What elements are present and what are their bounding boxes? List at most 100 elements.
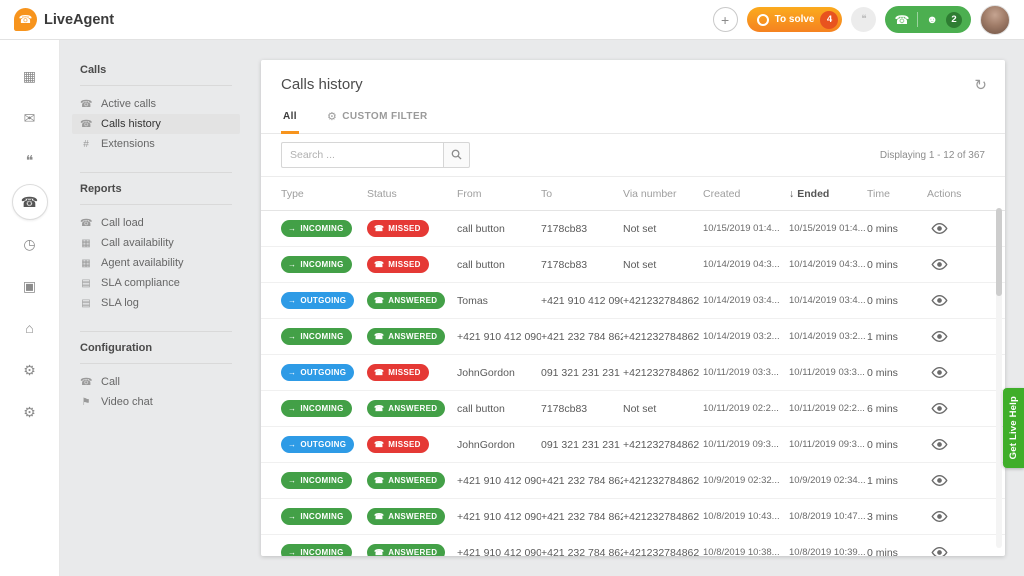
logo[interactable]: ☎ LiveAgent	[14, 8, 114, 31]
sidebar-item-sla-compliance[interactable]: ▤ SLA compliance	[72, 273, 240, 293]
status-badge: ☎ MISSED	[367, 364, 429, 381]
table-row[interactable]: → INCOMING ☎ ANSWERED call button 7178cb83 Not…	[261, 391, 1005, 427]
phone-icon: ☎	[80, 118, 93, 130]
cell-status: ☎ ANSWERED	[367, 508, 457, 525]
view-call-button[interactable]	[927, 329, 952, 344]
chat-icon[interactable]: ❝	[12, 142, 48, 178]
view-call-button[interactable]	[927, 365, 952, 380]
cell-type: → INCOMING	[281, 472, 367, 489]
icon-rail: ▦ ✉ ❝ ☎ ◷ ▣ ⌂ ⚙ ⚙	[0, 40, 60, 576]
column-header-from[interactable]: From	[457, 188, 541, 200]
divider	[917, 12, 919, 27]
type-badge-label: INCOMING	[300, 404, 344, 413]
devices-icon[interactable]: ▣	[12, 268, 48, 304]
column-header-to[interactable]: To	[541, 188, 623, 200]
column-header-status[interactable]: Status	[367, 188, 457, 200]
arrow-right-icon: →	[288, 440, 297, 449]
add-button[interactable]: +	[712, 7, 738, 32]
cell-type: → INCOMING	[281, 544, 367, 556]
column-label: From	[457, 187, 482, 200]
view-call-button[interactable]	[927, 437, 952, 452]
get-live-help-button[interactable]: Get Live Help	[1003, 388, 1024, 468]
search-input[interactable]	[281, 142, 443, 168]
view-call-button[interactable]	[927, 221, 952, 236]
cell-via-number: Not set	[623, 258, 657, 271]
cell-created: 10/14/2019 03:4...	[703, 295, 780, 306]
view-call-button[interactable]	[927, 401, 952, 416]
dashboard-icon[interactable]: ▦	[12, 58, 48, 94]
building-icon[interactable]: ⌂	[12, 310, 48, 346]
sidebar-item-active-calls[interactable]: ☎ Active calls	[72, 94, 240, 114]
view-call-button[interactable]	[927, 473, 952, 488]
cell-time: 3 mins	[867, 510, 898, 523]
tab-custom-filter[interactable]: ⚙ CUSTOM FILTER	[325, 105, 430, 134]
cell-via-number: Not set	[623, 402, 657, 415]
column-header-via-number[interactable]: Via number	[623, 188, 703, 200]
calls-status-button[interactable]: ☎ ☻ 2	[885, 6, 971, 33]
table-row[interactable]: → INCOMING ☎ MISSED call button 7178cb83 Not s…	[261, 247, 1005, 283]
settings-icon[interactable]: ⚙	[12, 352, 48, 388]
column-header-ended[interactable]: ↓ Ended	[789, 188, 867, 200]
search-box	[281, 142, 470, 168]
sidebar-item-sla-log[interactable]: ▤ SLA log	[72, 293, 240, 313]
sidebar-item-calls-history[interactable]: ☎ Calls history	[72, 114, 240, 134]
search-button[interactable]	[443, 142, 470, 168]
sidebar-item-video-chat[interactable]: ⚑ Video chat	[72, 392, 240, 412]
cell-ended: 10/8/2019 10:47...	[789, 511, 866, 522]
sidebar-item-call-load[interactable]: ☎ Call load	[72, 213, 240, 233]
column-header-created[interactable]: Created	[703, 188, 789, 200]
table-row[interactable]: → OUTGOING ☎ ANSWERED Tomas +421 910 412 090 +…	[261, 283, 1005, 319]
sidebar-item-call[interactable]: ☎ Call	[72, 372, 240, 392]
cell-to: 7178cb83	[541, 222, 588, 235]
table-row[interactable]: → OUTGOING ☎ MISSED JohnGordon 091 321 231 23…	[261, 427, 1005, 463]
arrow-right-icon: →	[288, 476, 297, 485]
view-call-button[interactable]	[927, 509, 952, 524]
status-badge: ☎ ANSWERED	[367, 544, 446, 556]
type-badge: → INCOMING	[281, 544, 352, 556]
sidebar-item-label: Extensions	[101, 138, 155, 150]
cell-type: → INCOMING	[281, 256, 367, 273]
table-row[interactable]: → INCOMING ☎ ANSWERED +421 910 412 090 +421 2…	[261, 463, 1005, 499]
sidebar-item-label: Call	[101, 376, 120, 388]
sidebar-item-extensions[interactable]: # Extensions	[72, 134, 240, 154]
table-scrollbar[interactable]	[996, 208, 1002, 548]
table-header: Type Status From To Via number Created ↓ Ended T…	[261, 177, 1005, 211]
cell-to: +421 232 784 862	[541, 474, 623, 487]
config-icon[interactable]: ⚙	[12, 394, 48, 430]
calls-icon[interactable]: ☎	[11, 184, 48, 220]
scrollbar-thumb[interactable]	[996, 208, 1002, 296]
type-badge: → INCOMING	[281, 328, 352, 345]
column-header-type[interactable]: Type	[281, 188, 367, 200]
view-call-button[interactable]	[927, 293, 952, 308]
cell-status: ☎ MISSED	[367, 436, 457, 453]
mail-icon[interactable]: ✉	[12, 100, 48, 136]
table-row[interactable]: → INCOMING ☎ ANSWERED +421 910 412 090 +421 2…	[261, 535, 1005, 556]
sidebar-item-call-availability[interactable]: ▦ Call availability	[72, 233, 240, 253]
sidebar-section-items: ☎ Call load ▦ Call availability ▦ Agent avail…	[80, 205, 232, 315]
to-solve-button[interactable]: To solve 4	[746, 7, 843, 32]
type-badge-label: OUTGOING	[300, 440, 347, 449]
phone-icon: ☎	[80, 217, 93, 229]
cell-ended: 10/11/2019 03:3...	[789, 367, 865, 378]
view-call-button[interactable]	[927, 257, 952, 272]
cell-from: +421 910 412 090	[457, 474, 541, 487]
cell-created: 10/11/2019 09:3...	[703, 439, 779, 450]
refresh-icon[interactable]: ↻	[974, 76, 987, 94]
tab-all[interactable]: All	[281, 105, 299, 134]
view-call-button[interactable]	[927, 545, 952, 556]
column-header-time[interactable]: Time	[867, 188, 927, 200]
cell-from: call button	[457, 258, 505, 271]
phone-icon: ☎	[374, 512, 385, 521]
chats-button[interactable]: ❝	[851, 7, 877, 32]
table-row[interactable]: → INCOMING ☎ ANSWERED +421 910 412 090 +421 2…	[261, 319, 1005, 355]
cell-status: ☎ MISSED	[367, 256, 457, 273]
history-icon[interactable]: ◷	[12, 226, 48, 262]
table-row[interactable]: → INCOMING ☎ ANSWERED +421 910 412 090 +421 2…	[261, 499, 1005, 535]
column-header-actions[interactable]: Actions	[927, 188, 985, 200]
brand-name: LiveAgent	[44, 11, 115, 28]
table-row[interactable]: → INCOMING ☎ MISSED call button 7178cb83 Not s…	[261, 211, 1005, 247]
table-row[interactable]: → OUTGOING ☎ MISSED JohnGordon 091 321 231 23…	[261, 355, 1005, 391]
avatar[interactable]	[980, 4, 1010, 35]
sidebar: Calls ☎ Active calls ☎ Calls history # Extensi…	[60, 40, 250, 576]
sidebar-item-agent-availability[interactable]: ▦ Agent availability	[72, 253, 240, 273]
